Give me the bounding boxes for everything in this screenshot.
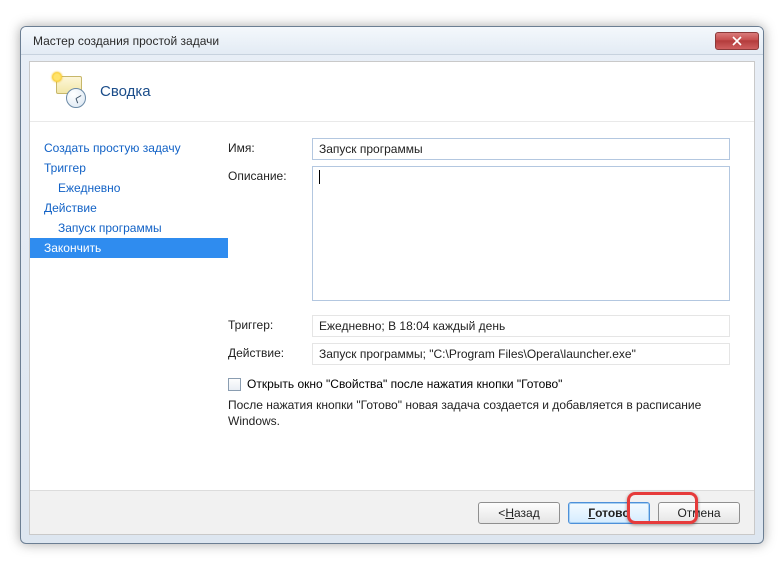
finish-button[interactable]: Готово <box>568 502 650 524</box>
wizard-steps-sidebar: Создать простую задачу Триггер Ежедневно… <box>30 122 228 490</box>
summary-content: Имя: Описание: Триггер: Ежедневно; В 18:… <box>228 122 754 490</box>
finish-hint: После нажатия кнопки "Готово" новая зада… <box>228 397 730 429</box>
close-button[interactable] <box>715 32 759 50</box>
wizard-window: Мастер создания простой задачи Сводка Со… <box>20 26 764 544</box>
sidebar-item-daily[interactable]: Ежедневно <box>30 178 228 198</box>
description-label: Описание: <box>228 166 312 301</box>
wizard-header: Сводка <box>30 62 754 122</box>
trigger-label: Триггер: <box>228 315 312 337</box>
open-properties-label: Открыть окно "Свойства" после нажатия кн… <box>247 377 562 391</box>
name-input[interactable] <box>312 138 730 160</box>
button-bar: < Назад Готово Отмена <box>30 490 754 534</box>
open-properties-checkbox[interactable] <box>228 378 241 391</box>
trigger-value: Ежедневно; В 18:04 каждый день <box>312 315 730 337</box>
action-value: Запуск программы; "C:\Program Files\Oper… <box>312 343 730 365</box>
text-caret <box>319 170 320 184</box>
description-textarea[interactable] <box>313 167 729 297</box>
open-properties-checkbox-row[interactable]: Открыть окно "Свойства" после нажатия кн… <box>228 377 730 391</box>
back-button[interactable]: < Назад <box>478 502 560 524</box>
client-area: Сводка Создать простую задачу Триггер Еж… <box>29 61 755 535</box>
sidebar-item-start-program[interactable]: Запуск программы <box>30 218 228 238</box>
window-title: Мастер создания простой задачи <box>33 34 715 48</box>
name-label: Имя: <box>228 138 312 160</box>
sidebar-item-trigger[interactable]: Триггер <box>30 158 228 178</box>
sidebar-item-action[interactable]: Действие <box>30 198 228 218</box>
task-scheduler-icon <box>54 76 86 108</box>
action-label: Действие: <box>228 343 312 365</box>
cancel-button[interactable]: Отмена <box>658 502 740 524</box>
titlebar: Мастер создания простой задачи <box>21 27 763 55</box>
page-title: Сводка <box>100 83 151 100</box>
sidebar-item-create-task[interactable]: Создать простую задачу <box>30 138 228 158</box>
close-icon <box>732 36 742 46</box>
sidebar-item-finish[interactable]: Закончить <box>30 238 228 258</box>
